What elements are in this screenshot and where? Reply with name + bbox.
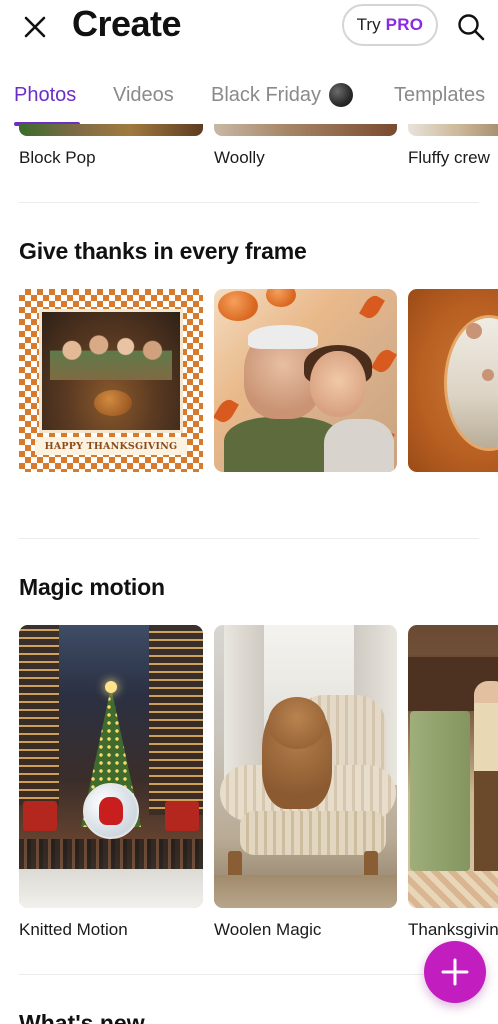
section-title-whats-new: What's new <box>19 1010 145 1024</box>
tab-photos[interactable]: Photos <box>14 82 76 108</box>
tab-templates[interactable]: Templates <box>394 82 485 108</box>
style-thumbnail[interactable] <box>19 124 203 136</box>
leaf-decoration <box>359 292 385 322</box>
section-divider <box>19 202 479 203</box>
family-dinner-photo <box>39 309 183 433</box>
leaf-decoration <box>214 396 239 426</box>
knitted-motion-card[interactable] <box>19 625 203 908</box>
surprised-man <box>474 681 498 881</box>
red-bus <box>23 801 57 831</box>
page-title: Create <box>72 3 182 44</box>
leaf-decoration <box>371 346 397 376</box>
thanksgiving-motion-card[interactable] <box>408 625 498 908</box>
try-label: Try <box>356 15 381 34</box>
section-title-give-thanks: Give thanks in every frame <box>19 238 307 264</box>
tab-black-friday-label: Black Friday <box>211 84 322 106</box>
style-label: Woolly <box>214 148 265 167</box>
thanksgiving-oval-card[interactable] <box>408 289 498 472</box>
santa-figure <box>99 797 123 825</box>
close-button[interactable] <box>18 10 52 44</box>
style-thumbnail[interactable] <box>408 124 498 136</box>
section-title-magic-motion: Magic motion <box>19 574 165 600</box>
tab-black-friday[interactable]: Black Friday <box>211 82 354 108</box>
card-label-knitted-motion: Knitted Motion <box>19 920 128 939</box>
thanksgiving-frame-card[interactable]: HAPPY THANKSGIVING <box>19 289 203 472</box>
style-label: Block Pop <box>19 148 96 167</box>
happy-thanksgiving-banner: HAPPY THANKSGIVING <box>35 437 187 455</box>
pumpkin-decoration <box>266 289 296 307</box>
child-figure <box>310 351 366 417</box>
style-label: Fluffy crew <box>408 148 490 167</box>
card-label-woolen-magic: Woolen Magic <box>214 920 322 939</box>
tab-videos[interactable]: Videos <box>113 82 174 108</box>
search-button[interactable] <box>452 8 490 46</box>
pumpkin-decoration <box>218 291 258 321</box>
section-divider <box>19 974 479 975</box>
card-label-thanksgiving: Thanksgiving <box>408 920 498 939</box>
search-icon <box>458 14 485 41</box>
section-divider <box>19 538 479 539</box>
black-friday-dot-icon <box>329 83 354 107</box>
woolen-magic-card[interactable] <box>214 625 397 908</box>
plus-icon <box>441 958 469 986</box>
style-thumbnail[interactable] <box>214 124 397 136</box>
styles-row-labels: Block Pop Woolly Fluffy crew <box>0 148 498 172</box>
category-tabs: Photos Videos Black Friday Templates <box>0 76 498 126</box>
pro-label: PRO <box>385 15 424 34</box>
styles-row-thumbnails <box>0 124 498 138</box>
red-bus <box>165 801 199 831</box>
create-fab-button[interactable] <box>424 941 486 1003</box>
close-icon <box>24 16 46 38</box>
retro-fridge <box>410 711 470 871</box>
header: Create Try PRO <box>0 0 498 56</box>
thanksgiving-autumn-card[interactable] <box>214 289 397 472</box>
try-pro-button[interactable]: Try PRO <box>342 4 438 46</box>
